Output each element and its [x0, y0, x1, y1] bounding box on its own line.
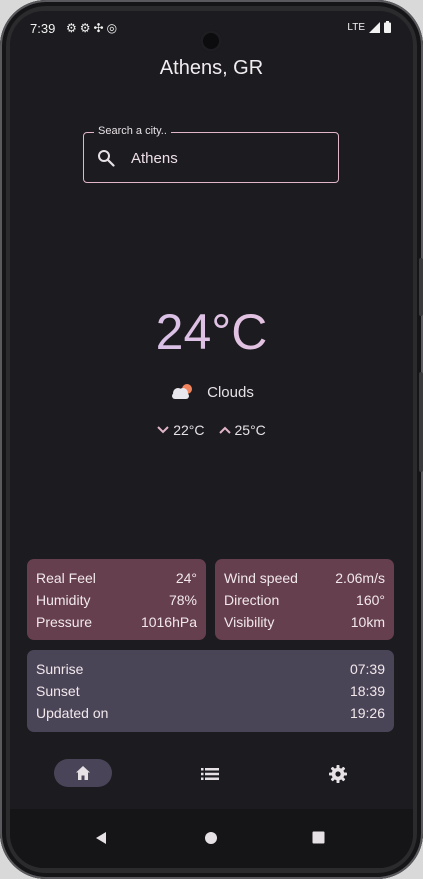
battery-icon — [384, 21, 391, 33]
settings-icon — [329, 765, 347, 783]
sun-row: Sunrise 07:39 — [36, 658, 385, 680]
detail-row: Wind speed 2.06m/s — [224, 567, 385, 589]
sun-row: Sunset 18:39 — [36, 680, 385, 702]
home-circle-icon[interactable] — [204, 831, 218, 845]
sun-label: Sunrise — [36, 661, 84, 677]
home-icon — [76, 766, 90, 780]
detail-value: 10km — [350, 614, 385, 630]
condition-row: Clouds — [10, 383, 413, 401]
system-navigation-bar — [10, 809, 413, 868]
nav-list-button[interactable] — [194, 763, 226, 785]
details-card-left: Real Feel 24° Humidity 78% Pressure 1016hPa — [27, 559, 206, 640]
detail-label: Wind speed — [224, 570, 298, 586]
volume-button — [419, 258, 423, 316]
city-title: Athens, GR — [159, 57, 264, 79]
recents-icon[interactable] — [312, 831, 325, 844]
detail-row: Visibility 10km — [224, 611, 385, 633]
current-temperature: 24°C — [10, 303, 413, 361]
sun-value: 07:39 — [349, 661, 385, 677]
search-icon — [98, 150, 115, 167]
detail-row: Pressure 1016hPa — [36, 611, 197, 633]
chevron-up-icon — [218, 426, 231, 434]
nav-settings-button[interactable] — [322, 761, 354, 787]
detail-row: Humidity 78% — [36, 589, 197, 611]
search-label: Search a city.. — [94, 125, 171, 137]
status-right: LTE — [347, 21, 391, 33]
condition-text: Clouds — [207, 383, 254, 401]
sun-label: Updated on — [36, 705, 109, 721]
sync-icon: ◎ — [106, 21, 121, 35]
settings-icon: ⚙ — [66, 21, 80, 35]
sun-times-card: Sunrise 07:39 Sunset 18:39 Updated on 19:26 — [27, 650, 394, 732]
max-temp-value: 25°C — [234, 422, 266, 438]
status-time: 7:39 — [30, 21, 56, 36]
bottom-navigation — [10, 751, 413, 797]
detail-value: 24° — [175, 570, 197, 586]
search-field[interactable]: Search a city.. — [83, 125, 339, 183]
detail-value: 2.06m/s — [335, 570, 385, 586]
detail-row: Direction 160° — [224, 589, 385, 611]
detail-value: 1016hPa — [140, 614, 197, 630]
chevron-down-icon — [157, 426, 169, 434]
back-icon[interactable] — [94, 831, 108, 845]
sun-label: Sunset — [36, 683, 80, 699]
min-temp-value: 22°C — [173, 422, 205, 438]
network-type: LTE — [347, 21, 365, 33]
notification-icons: ⚙⚙✣◎ — [66, 21, 120, 35]
power-button — [419, 372, 423, 472]
nav-home-button[interactable] — [54, 759, 112, 787]
app-screen: 7:39 ⚙⚙✣◎ LTE Athens, GR Search a city..… — [10, 11, 413, 868]
signal-icon — [369, 21, 380, 33]
sun-value: 19:26 — [349, 705, 385, 721]
sun-value: 18:39 — [349, 683, 385, 699]
detail-label: Real Feel — [36, 570, 96, 586]
min-max-row: 22°C 25°C — [10, 422, 413, 438]
search-input[interactable] — [131, 146, 321, 170]
detail-label: Visibility — [224, 614, 275, 630]
front-camera — [200, 30, 222, 52]
cloud-sun-icon — [172, 384, 193, 399]
settings-icon: ⚙ — [79, 21, 94, 35]
details-card-right: Wind speed 2.06m/s Direction 160° Visibili… — [215, 559, 394, 640]
detail-row: Real Feel 24° — [36, 567, 197, 589]
sun-row: Updated on 19:26 — [36, 702, 385, 724]
max-temperature: 25°C — [218, 422, 266, 438]
list-icon — [201, 768, 219, 780]
detail-label: Pressure — [36, 614, 93, 630]
detail-value: 160° — [356, 592, 385, 608]
min-temperature: 22°C — [157, 422, 205, 438]
detail-value: 78% — [168, 592, 197, 608]
location-icon: ✣ — [93, 21, 107, 35]
detail-label: Humidity — [36, 592, 91, 608]
detail-label: Direction — [224, 592, 280, 608]
